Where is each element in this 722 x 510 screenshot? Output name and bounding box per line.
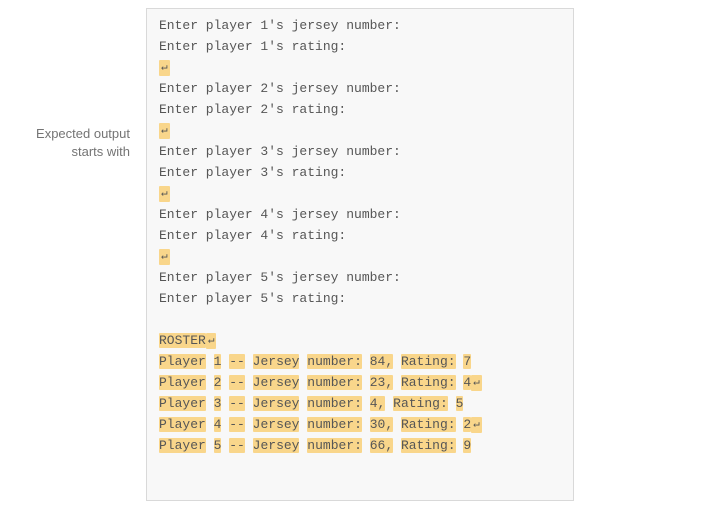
row-cell: Player	[159, 396, 206, 411]
row-cell: 66,	[370, 438, 393, 453]
row-cell: number:	[307, 438, 362, 453]
prompt-p3-jersey: Enter player 3's jersey number:	[159, 144, 401, 159]
row-cell: 30,	[370, 417, 393, 432]
row-cell: --	[229, 396, 245, 411]
row-cell: Rating:	[393, 396, 448, 411]
newline-icon: ↵	[471, 375, 482, 391]
newline-icon: ↵	[159, 123, 170, 139]
prompt-p1-jersey: Enter player 1's jersey number:	[159, 18, 401, 33]
label-line-2: starts with	[71, 144, 130, 159]
row-cell: Rating:	[401, 438, 456, 453]
row-cell: Jersey	[253, 396, 300, 411]
prompt-p2-jersey: Enter player 2's jersey number:	[159, 81, 401, 96]
prompt-p2-rating: Enter player 2's rating:	[159, 102, 346, 117]
row-cell: 2	[214, 375, 222, 390]
expected-output-panel: Enter player 1's jersey number: Enter pl…	[146, 8, 574, 501]
output-text: Enter player 1's jersey number: Enter pl…	[159, 15, 573, 456]
prompt-p1-rating: Enter player 1's rating:	[159, 39, 346, 54]
row-cell: Rating:	[401, 354, 456, 369]
prompt-p3-rating: Enter player 3's rating:	[159, 165, 346, 180]
row-cell: Rating:	[401, 417, 456, 432]
newline-icon: ↵	[471, 417, 482, 433]
row-cell: Player	[159, 354, 206, 369]
newline-icon: ↵	[159, 249, 170, 265]
row-cell: 4	[463, 375, 471, 390]
prompt-p4-jersey: Enter player 4's jersey number:	[159, 207, 401, 222]
row-cell: 9	[463, 438, 471, 453]
row-cell: 7	[463, 354, 471, 369]
row-cell: 23,	[370, 375, 393, 390]
prompt-p5-rating: Enter player 5's rating:	[159, 291, 346, 306]
row-cell: Player	[159, 438, 206, 453]
row-cell: --	[229, 417, 245, 432]
row-cell: number:	[307, 396, 362, 411]
row-cell: Player	[159, 375, 206, 390]
row-cell: Jersey	[253, 375, 300, 390]
row-cell: number:	[307, 375, 362, 390]
row-cell: 3	[214, 396, 222, 411]
newline-icon: ↵	[206, 333, 217, 349]
row-cell: --	[229, 438, 245, 453]
row-cell: number:	[307, 354, 362, 369]
row-cell: 5	[456, 396, 464, 411]
row-cell: 4	[214, 417, 222, 432]
row-cell: Jersey	[253, 417, 300, 432]
row-cell: --	[229, 354, 245, 369]
row-cell: Jersey	[253, 354, 300, 369]
row-cell: --	[229, 375, 245, 390]
row-cell: 4,	[370, 396, 386, 411]
row-cell: 1	[214, 354, 222, 369]
roster-title: ROSTER	[159, 333, 206, 348]
row-cell: 2	[463, 417, 471, 432]
expected-output-label: Expected output starts with	[0, 125, 130, 161]
newline-icon: ↵	[159, 186, 170, 202]
label-line-1: Expected output	[36, 126, 130, 141]
row-cell: 5	[214, 438, 222, 453]
prompt-p4-rating: Enter player 4's rating:	[159, 228, 346, 243]
page: Expected output starts with Enter player…	[0, 0, 722, 510]
row-cell: Jersey	[253, 438, 300, 453]
newline-icon: ↵	[159, 60, 170, 76]
row-cell: 84,	[370, 354, 393, 369]
prompt-p5-jersey: Enter player 5's jersey number:	[159, 270, 401, 285]
row-cell: Rating:	[401, 375, 456, 390]
row-cell: Player	[159, 417, 206, 432]
row-cell: number:	[307, 417, 362, 432]
